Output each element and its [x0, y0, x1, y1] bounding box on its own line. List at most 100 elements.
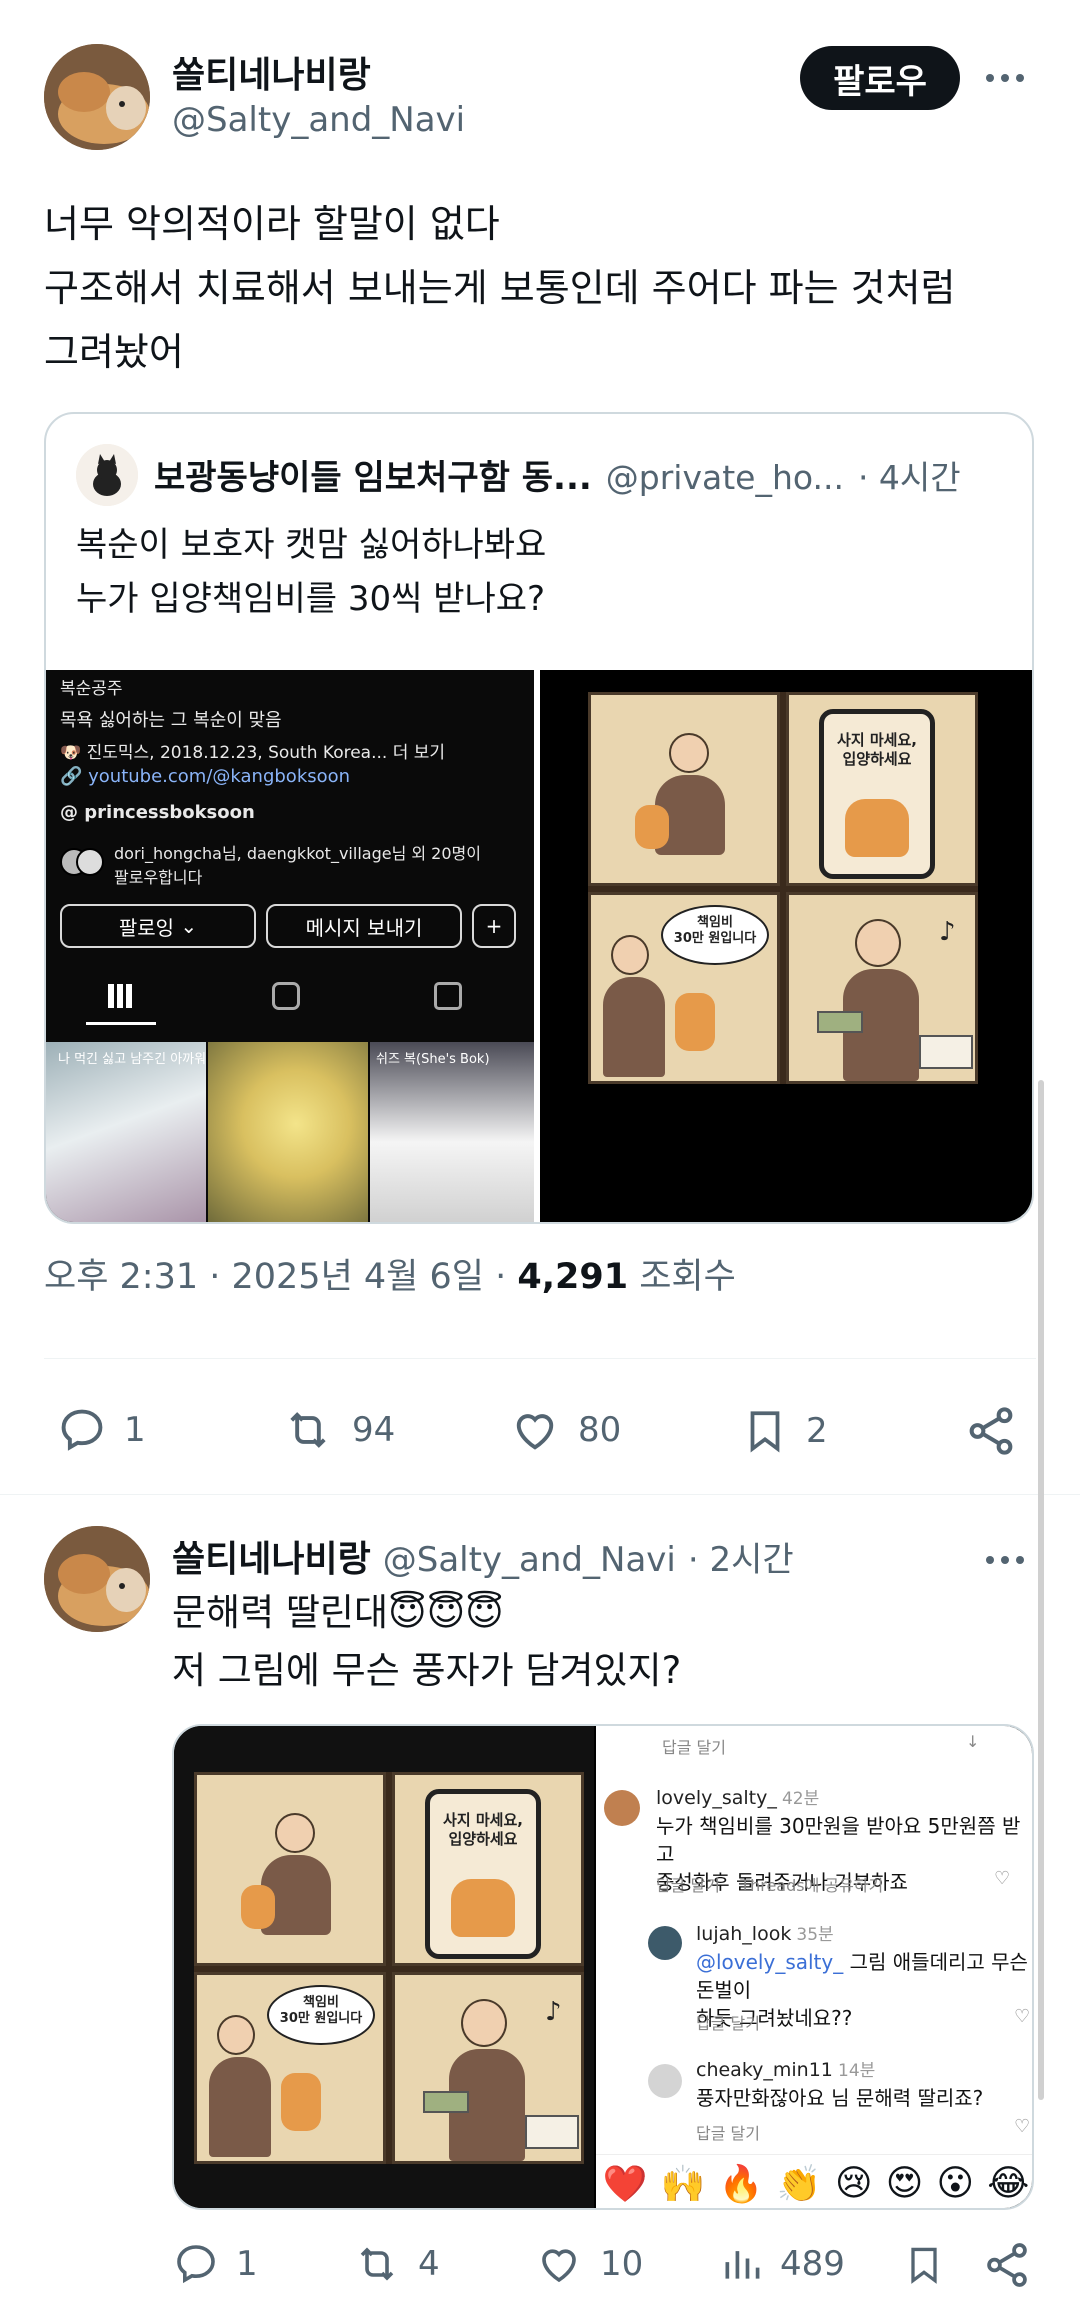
reply-like-button[interactable]: 10	[534, 2240, 643, 2288]
commenter-name: lovely_salty_	[656, 1787, 777, 1809]
comment-time: 35분	[796, 1925, 834, 1945]
reply-button[interactable]: 1	[56, 1404, 146, 1456]
ig-thumb-caption: 쉬즈 복(She's Bok)	[376, 1052, 490, 1067]
comment-mention: @lovely_salty_	[696, 1950, 844, 1974]
reply-share-button[interactable]	[982, 2240, 1032, 2294]
reply-author-avatar[interactable]	[44, 1526, 150, 1632]
bookmark-button[interactable]: 2	[740, 1404, 828, 1458]
share-icon	[969, 1407, 1013, 1455]
ig-followed-by-names: dori_hongcha님, daengkkot_village님 외 20명이	[114, 844, 481, 863]
ig-followed-by: dori_hongcha님, daengkkot_village님 외 20명이…	[114, 842, 481, 890]
quoted-post-text: 복순이 보호자 캣맘 싫어하나봐요 누가 입양책임비를 30씩 받나요?	[76, 518, 546, 626]
comment-actions: 답글 달기	[696, 2014, 760, 2033]
reply-repost-button[interactable]: 4	[352, 2240, 440, 2288]
repost-count: 94	[352, 1410, 396, 1450]
commenter-name: cheaky_min11	[696, 2059, 833, 2081]
ig-link-text: youtube.com/@kangboksoon	[88, 766, 351, 787]
comic-panel-2: 사지 마세요, 입양하세요	[392, 1772, 584, 1966]
comic-panel-4: ♪	[786, 892, 978, 1084]
comment-actions: 답글 달기	[696, 2124, 760, 2143]
quoted-post-card[interactable]: 보광동냥이들 임보처구함 동... @private_ho... · 4시간 복…	[44, 412, 1034, 1224]
comic-panel-3: 책임비 30만 원입니다	[194, 1972, 386, 2164]
quoted-text-line: 복순이 보호자 캣맘 싫어하나봐요	[76, 525, 547, 565]
ig-bio: 목욕 싫어하는 그 복순이 맞음	[60, 710, 282, 731]
reply-emoji: 😇😇😇	[388, 1591, 504, 1634]
views-count: 489	[780, 2244, 845, 2284]
reply-reply-button[interactable]: 1	[172, 2240, 258, 2288]
heart-icon	[516, 1414, 554, 1450]
reaction-emoji: ❤️	[602, 2163, 648, 2205]
share-button[interactable]	[964, 1404, 1018, 1462]
repost-count: 4	[418, 2244, 440, 2284]
comment-time: 42분	[781, 1789, 820, 1809]
repost-icon	[360, 2247, 394, 2281]
ig-grid-tab-icon	[108, 984, 132, 1008]
share-icon	[987, 2243, 1027, 2287]
reaction-emoji: 😂	[987, 2163, 1030, 2204]
like-count: 10	[600, 2244, 644, 2284]
comic-bubble-text: 책임비 30만 원입니다	[279, 1995, 363, 2027]
comic-phone-text: 사지 마세요, 입양하세요	[443, 1811, 523, 1848]
comment-body: 풍자만화잖아요 님 문해력 딸리죠?	[696, 2086, 984, 2110]
author-avatar[interactable]	[44, 44, 150, 150]
reply-author-handle[interactable]: @Salty_and_Navi	[383, 1540, 676, 1580]
ig-threads: @ princessboksoon	[60, 802, 255, 823]
comic-bubble-text: 책임비 30만 원입니다	[673, 915, 757, 947]
comic-image[interactable]: 사지 마세요, 입양하세요 책임비 30만 원입니다 ♪	[540, 670, 1032, 1222]
heart-icon: ♡	[994, 1868, 1011, 1889]
comic-panel-1	[194, 1772, 386, 1966]
reply-media-card[interactable]: 사지 마세요, 입양하세요 책임비 30만 원입니다 ♪ 답글 달기 ↓ lov…	[172, 1724, 1034, 2210]
bookmark-icon	[911, 2247, 937, 2284]
views-chart-icon	[725, 2251, 760, 2279]
scrollbar[interactable]	[1038, 1080, 1044, 2100]
ig-tagged-tab-icon	[434, 982, 462, 1010]
reply-author-name[interactable]: 쏠티네나비랑	[172, 1530, 371, 1582]
divider	[0, 1494, 1080, 1495]
post-text: 너무 악의적이라 할말이 없다 구조해서 치료해서 보내는게 보통인데 주어다 …	[44, 192, 956, 384]
quoted-author-avatar	[76, 444, 138, 506]
reply-comic-image[interactable]: 사지 마세요, 입양하세요 책임비 30만 원입니다 ♪	[174, 1726, 594, 2208]
ig-thumb-2	[208, 1042, 368, 1222]
like-button[interactable]: 80	[508, 1404, 621, 1456]
comic-panel-3: 책임비 30만 원입니다	[588, 892, 780, 1084]
reply-more-options-icon[interactable]	[986, 1556, 1024, 1564]
post-text-line: 구조해서 치료해서 보내는게 보통인데 주어다 파는 것처럼	[44, 266, 956, 310]
heart-icon: ♡	[1014, 2006, 1031, 2027]
quoted-text-line: 누가 입양책임비를 30씩 받나요?	[76, 579, 546, 619]
comments-screenshot-image[interactable]: 답글 달기 ↓ lovely_salty_ 42분 누가 책임비를 30만원을 …	[596, 1726, 1032, 2208]
bookmark-icon	[750, 1411, 780, 1453]
reply-views-button[interactable]: 489	[720, 2240, 845, 2288]
comment-time: 14분	[838, 2061, 876, 2081]
quoted-post-time: · 4시간	[857, 458, 961, 497]
more-options-icon[interactable]	[986, 74, 1024, 82]
reply-icon	[61, 1409, 103, 1451]
follow-button[interactable]: 팔로우	[800, 46, 960, 110]
author-handle[interactable]: @Salty_and_Navi	[172, 100, 465, 140]
repost-icon	[290, 1412, 326, 1448]
reaction-emoji: 🙌	[660, 2163, 706, 2205]
reaction-emoji: 🔥	[718, 2163, 764, 2205]
reaction-emoji: 👏	[776, 2163, 822, 2205]
reply-header: 쏠티네나비랑 @Salty_and_Navi · 2시간	[172, 1530, 794, 1582]
commenter-avatar	[604, 1790, 640, 1826]
ig-threads-text: princessboksoon	[84, 802, 255, 823]
repost-button[interactable]: 94	[280, 1404, 395, 1456]
post-timestamp[interactable]: 오후 2:31 · 2025년 4월 6일 · 4,291 조회수	[44, 1248, 736, 1299]
divider	[44, 1358, 1036, 1359]
comic-panel-2: 사지 마세요, 입양하세요	[786, 692, 978, 886]
ig-thumb-3: 쉬즈 복(She's Bok)	[370, 1042, 534, 1222]
reply-time: · 2시간	[687, 1540, 794, 1580]
reaction-emoji-bar: ❤️ 🙌 🔥 👏 😢 😍 😮 😂	[596, 2154, 1032, 2208]
ig-reels-tab-icon	[272, 982, 300, 1010]
like-count: 80	[578, 1410, 622, 1450]
reply-text-line: 저 그림에 무슨 풍자가 담겨있지?	[172, 1649, 682, 1692]
commenter-avatar	[648, 2064, 682, 2098]
quoted-author-handle: @private_ho...	[605, 458, 844, 497]
post-text-line: 너무 악의적이라 할말이 없다	[44, 202, 500, 246]
heart-icon	[542, 2249, 576, 2283]
instagram-screenshot-image[interactable]: 복순공주 목욕 싫어하는 그 복순이 맞음 🐶 진도믹스, 2018.12.23…	[46, 670, 534, 1222]
views-label: 조회수	[628, 1257, 736, 1297]
author-name[interactable]: 쏠티네나비랑	[172, 46, 371, 98]
reply-bookmark-button[interactable]	[902, 2240, 946, 2294]
reply-text-line: 문해력 딸린대	[172, 1591, 389, 1634]
